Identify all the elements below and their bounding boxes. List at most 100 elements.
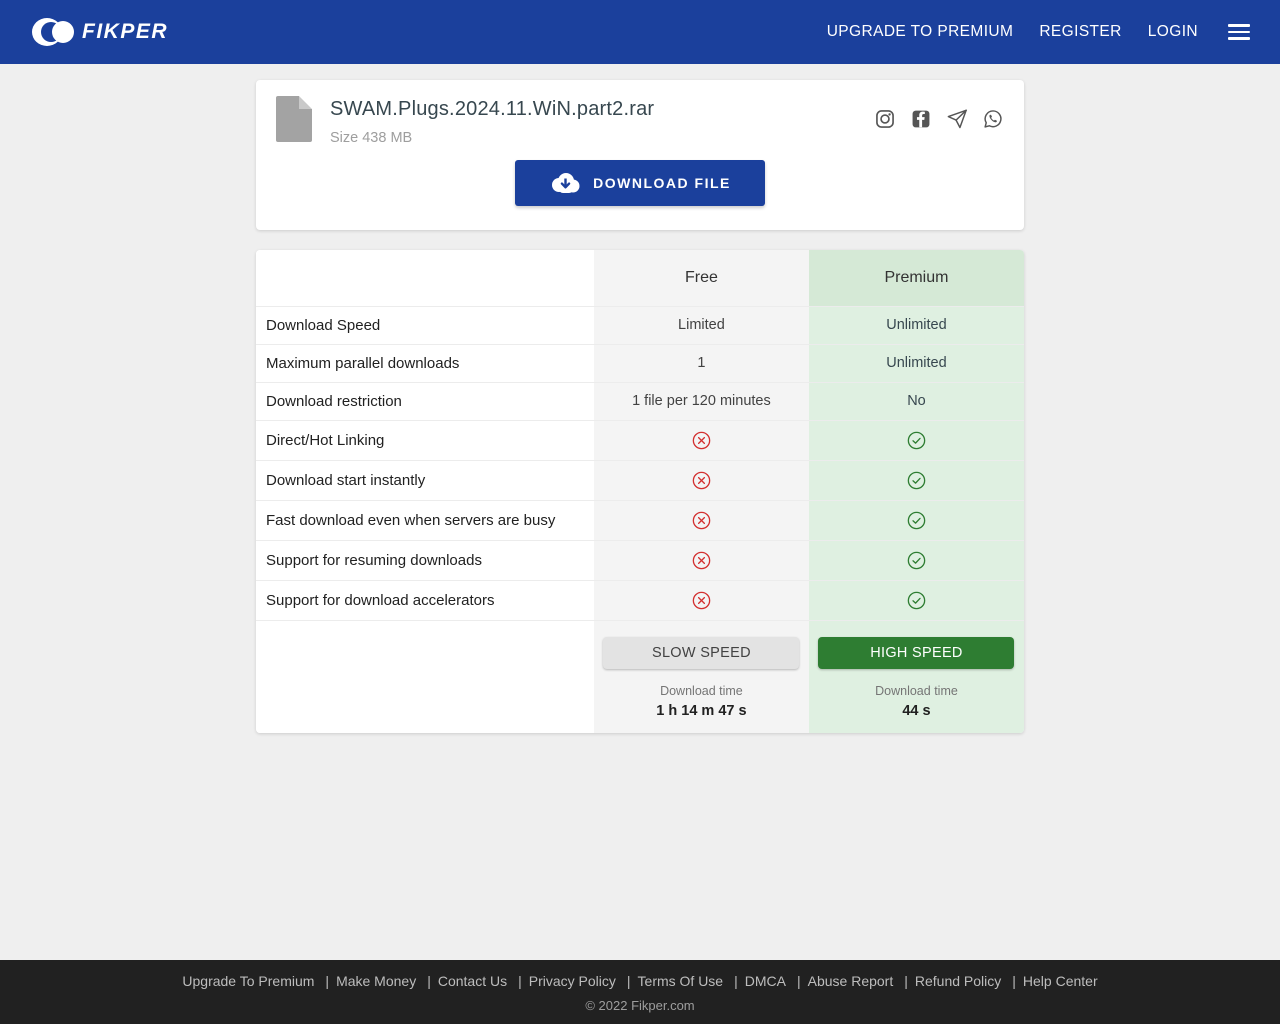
high-speed-button[interactable]: HIGH SPEED [818,637,1014,669]
footer-link-abuse-report[interactable]: Abuse Report [808,973,894,989]
footer-link-separator: | [797,973,801,989]
comparison-row: Download SpeedLimitedUnlimited [256,306,1024,344]
premium-value [809,460,1024,500]
nav-link-login[interactable]: LOGIN [1148,23,1198,41]
premium-value [809,420,1024,460]
page-footer: Upgrade To Premium | Make Money | Contact Us… [0,960,1280,1024]
copyright: © 2022 Fikper.com [0,998,1280,1013]
file-size: Size 438 MB [330,130,654,146]
download-file-button[interactable]: DOWNLOAD FILE [515,160,765,206]
download-time-label: Download time [817,684,1016,698]
footer-link-separator: | [904,973,908,989]
navbar-links: UPGRADE TO PREMIUM REGISTER LOGIN [827,20,1252,44]
file-header: SWAM.Plugs.2024.11.WiN.part2.rar Size 43… [276,96,1004,146]
comparison-row: Download restriction1 file per 120 minut… [256,382,1024,420]
footer-link-separator: | [1012,973,1016,989]
feature-label: Fast download even when servers are busy [256,500,594,540]
comparison-header-row: Free Premium [256,250,1024,306]
free-value [594,580,809,620]
comparison-row: Fast download even when servers are busy [256,500,1024,540]
premium-cta-cell: HIGH SPEED Download time 44 s [809,620,1024,733]
cross-circle-icon [691,592,712,608]
footer-link-separator: | [325,973,329,989]
brand-name: Fikper [82,20,168,44]
comparison-cta-row: SLOW SPEED Download time 1 h 14 m 47 s H… [256,620,1024,733]
premium-value [809,540,1024,580]
footer-link-contact-us[interactable]: Contact Us [438,973,507,989]
footer-link-privacy-policy[interactable]: Privacy Policy [529,973,616,989]
comparison-row: Support for download accelerators [256,580,1024,620]
fikper-logo-icon [32,17,76,47]
nav-link-upgrade-to-premium[interactable]: UPGRADE TO PREMIUM [827,23,1014,41]
feature-label: Direct/Hot Linking [256,420,594,460]
free-cta-cell: SLOW SPEED Download time 1 h 14 m 47 s [594,620,809,733]
cross-circle-icon [691,552,712,568]
facebook-icon[interactable] [910,108,932,130]
nav-link-register[interactable]: REGISTER [1039,23,1121,41]
file-info: SWAM.Plugs.2024.11.WiN.part2.rar Size 43… [330,96,654,146]
check-circle-icon [906,592,927,608]
premium-value [809,500,1024,540]
free-download-time: 1 h 14 m 47 s [602,703,801,719]
download-time-label: Download time [602,684,801,698]
feature-label: Download restriction [256,382,594,420]
footer-links: Upgrade To Premium | Make Money | Contact Us… [0,973,1280,989]
footer-link-upgrade-to-premium[interactable]: Upgrade To Premium [182,973,314,989]
comparison-row: Direct/Hot Linking [256,420,1024,460]
whatsapp-icon[interactable] [982,108,1004,130]
file-card: SWAM.Plugs.2024.11.WiN.part2.rar Size 43… [256,80,1024,230]
free-value [594,540,809,580]
premium-value: Unlimited [809,306,1024,344]
check-circle-icon [906,512,927,528]
download-button-row: DOWNLOAD FILE [276,160,1004,206]
footer-link-terms-of-use[interactable]: Terms Of Use [638,973,724,989]
cloud-download-icon [549,172,581,194]
footer-link-separator: | [734,973,738,989]
footer-link-separator: | [627,973,631,989]
navbar: Fikper UPGRADE TO PREMIUM REGISTER LOGIN [0,0,1280,64]
comparison-row: Maximum parallel downloads1Unlimited [256,344,1024,382]
hamburger-menu-icon[interactable] [1226,20,1252,44]
empty-footer-cell [256,620,594,733]
premium-value [809,580,1024,620]
free-value: Limited [594,306,809,344]
slow-speed-button[interactable]: SLOW SPEED [603,637,799,669]
share-icons [874,96,1004,130]
free-value [594,460,809,500]
main-content: SWAM.Plugs.2024.11.WiN.part2.rar Size 43… [0,64,1280,960]
footer-link-separator: | [518,973,522,989]
brand: Fikper [32,17,168,47]
check-circle-icon [906,472,927,488]
empty-header-cell [256,250,594,306]
cross-circle-icon [691,472,712,488]
premium-value: No [809,382,1024,420]
feature-label: Support for resuming downloads [256,540,594,580]
free-value [594,500,809,540]
footer-link-separator: | [427,973,431,989]
cross-circle-icon [691,432,712,448]
check-circle-icon [906,432,927,448]
free-value: 1 [594,344,809,382]
comparison-table: Free Premium Download SpeedLimitedUnlimi… [256,250,1024,733]
premium-column-header: Premium [809,250,1024,306]
cross-circle-icon [691,512,712,528]
footer-link-dmca[interactable]: DMCA [745,973,786,989]
feature-label: Download Speed [256,306,594,344]
comparison-card: Free Premium Download SpeedLimitedUnlimi… [256,250,1024,733]
feature-label: Download start instantly [256,460,594,500]
footer-link-refund-policy[interactable]: Refund Policy [915,973,1001,989]
free-column-header: Free [594,250,809,306]
check-circle-icon [906,552,927,568]
telegram-icon[interactable] [946,108,968,130]
comparison-tbody: Download SpeedLimitedUnlimitedMaximum pa… [256,306,1024,620]
comparison-row: Support for resuming downloads [256,540,1024,580]
feature-label: Maximum parallel downloads [256,344,594,382]
footer-link-make-money[interactable]: Make Money [336,973,416,989]
instagram-icon[interactable] [874,108,896,130]
free-value: 1 file per 120 minutes [594,382,809,420]
footer-link-help-center[interactable]: Help Center [1023,973,1098,989]
filename: SWAM.Plugs.2024.11.WiN.part2.rar [330,98,654,121]
comparison-row: Download start instantly [256,460,1024,500]
feature-label: Support for download accelerators [256,580,594,620]
premium-value: Unlimited [809,344,1024,382]
